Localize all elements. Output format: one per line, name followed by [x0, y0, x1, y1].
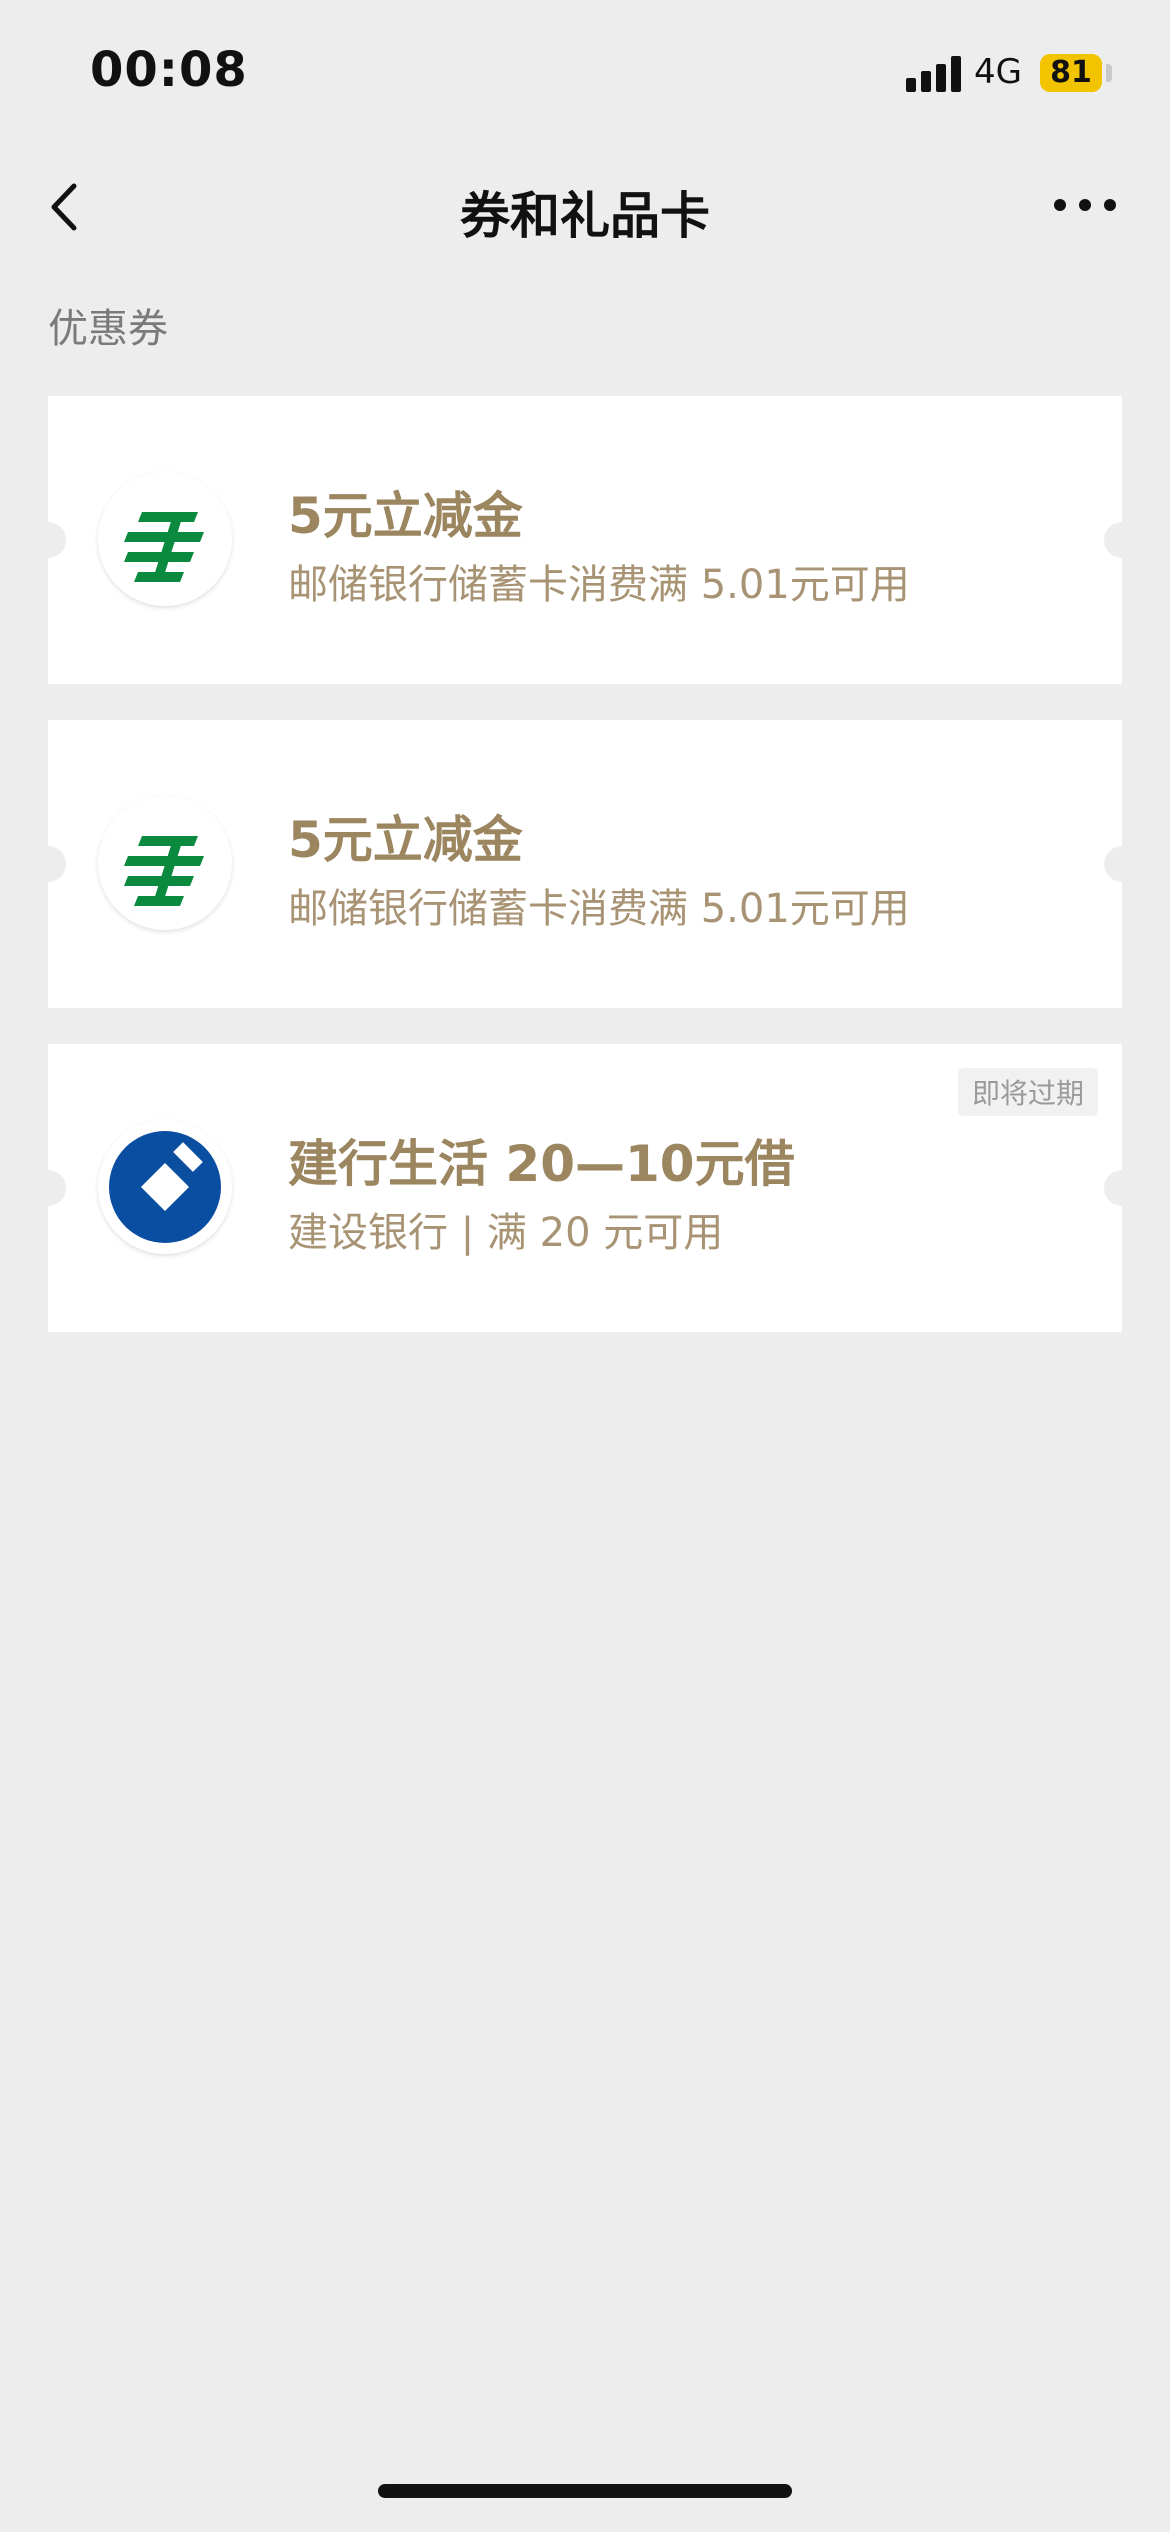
coupon-description: 邮储银行储蓄卡消费满 5.01元可用 — [288, 886, 910, 932]
coupon-title: 5元立减金 — [288, 487, 523, 545]
coupon-title: 5元立减金 — [288, 811, 523, 869]
status-bar: 00:08 4G 81 — [0, 0, 1170, 150]
china-construction-bank-logo-icon — [98, 1120, 232, 1254]
postal-savings-bank-logo-icon — [98, 472, 232, 606]
page-title: 券和礼品卡 — [460, 187, 710, 245]
network-type: 4G — [974, 52, 1022, 92]
navigation-bar: 券和礼品卡 — [0, 150, 1170, 265]
coupon-card[interactable]: 5元立减金 邮储银行储蓄卡消费满 5.01元可用 — [30, 720, 1140, 1008]
battery-level: 81 — [1040, 54, 1102, 92]
section-title-coupons: 优惠券 — [48, 306, 168, 352]
postal-savings-bank-logo-icon — [98, 796, 232, 930]
coupon-card[interactable]: 即将过期 建行生活 20—10元借 建设银行 | 满 20 元可用 — [30, 1044, 1140, 1332]
coupon-card[interactable]: 5元立减金 邮储银行储蓄卡消费满 5.01元可用 — [30, 396, 1140, 684]
battery-icon — [1106, 64, 1112, 82]
home-indicator[interactable] — [378, 2484, 792, 2498]
signal-strength-icon — [906, 56, 962, 92]
coupon-description: 建设银行 | 满 20 元可用 — [288, 1210, 724, 1256]
coupon-description: 邮储银行储蓄卡消费满 5.01元可用 — [288, 562, 910, 608]
coupon-title: 建行生活 20—10元借 — [288, 1135, 795, 1193]
expiring-soon-badge: 即将过期 — [957, 1068, 1098, 1116]
status-time: 00:08 — [90, 42, 248, 98]
more-dots-icon[interactable] — [1050, 190, 1120, 220]
